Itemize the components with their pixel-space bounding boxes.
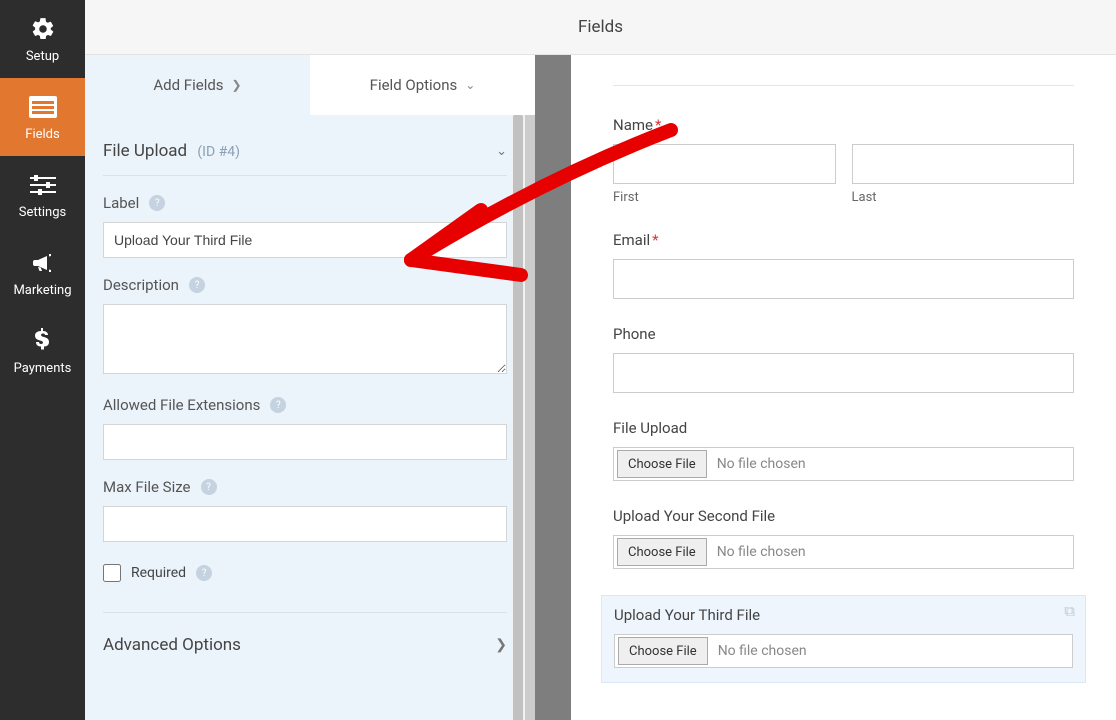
required-asterisk: *	[652, 231, 658, 249]
label-text: Max File Size	[103, 478, 191, 496]
page-title: Fields	[578, 17, 623, 37]
preview-file-upload-group[interactable]: File Upload Choose File No file chosen	[613, 419, 1074, 481]
tab-row: Add Fields ❯ Field Options ⌄	[85, 55, 535, 115]
tab-add-fields[interactable]: Add Fields ❯	[85, 55, 310, 115]
sidebar-item-label: Settings	[19, 205, 66, 220]
tab-field-options[interactable]: Field Options ⌄	[310, 55, 535, 115]
main: Fields Add Fields ❯ Field Options ⌄	[85, 0, 1116, 720]
allowed-ext-group: Allowed File Extensions ?	[103, 396, 507, 460]
preview-label: Upload Your Second File	[613, 507, 1074, 525]
form-preview: Name* First Last Email*	[571, 55, 1116, 720]
section-header[interactable]: File Upload (ID #4) ⌄	[103, 115, 507, 176]
sidebar-item-label: Fields	[25, 127, 59, 142]
label-text: Description	[103, 276, 179, 294]
required-label: Required	[131, 565, 186, 581]
preview-label: File Upload	[613, 419, 1074, 437]
columns: Add Fields ❯ Field Options ⌄ File Upload…	[85, 55, 1116, 720]
description-group: Description ?	[103, 276, 507, 378]
scrollbar-thumb[interactable]	[513, 115, 523, 720]
label-text: Label	[103, 194, 139, 212]
label-group: Label ?	[103, 194, 507, 258]
preview-upload-third-group[interactable]: ⧉ Upload Your Third File Choose File No …	[601, 595, 1086, 683]
preview-phone-group[interactable]: Phone	[613, 325, 1074, 393]
fields-icon	[29, 93, 57, 121]
divider-strip	[535, 55, 571, 720]
sliders-icon	[30, 171, 56, 199]
sidebar-item-payments[interactable]: Payments	[0, 312, 85, 390]
divider	[613, 85, 1074, 86]
sidebar-item-settings[interactable]: Settings	[0, 156, 85, 234]
help-icon[interactable]: ?	[201, 479, 217, 495]
description-input[interactable]	[103, 304, 507, 374]
choose-file-button[interactable]: Choose File	[617, 450, 707, 478]
phone-input[interactable]	[613, 353, 1074, 393]
max-size-input[interactable]	[103, 506, 507, 542]
载file-status: No file chosen	[718, 643, 807, 659]
preview-name-group[interactable]: Name* First Last	[613, 116, 1074, 205]
preview-upload-second-group[interactable]: Upload Your Second File Choose File No f…	[613, 507, 1074, 569]
sidebar: Setup Fields Settings Marketing Payments	[0, 0, 85, 720]
help-icon[interactable]: ?	[189, 277, 205, 293]
tab-label: Field Options	[370, 76, 458, 94]
email-input[interactable]	[613, 259, 1074, 299]
help-icon[interactable]: ?	[270, 397, 286, 413]
sidebar-item-label: Marketing	[13, 283, 71, 298]
file-status: No file chosen	[717, 456, 806, 472]
preview-label: Phone	[613, 325, 1074, 343]
label-text: Allowed File Extensions	[103, 396, 260, 414]
last-name-input[interactable]	[852, 144, 1075, 184]
bullhorn-icon	[30, 249, 56, 277]
label-text: Email	[613, 231, 650, 249]
choose-file-button[interactable]: Choose File	[617, 538, 707, 566]
required-asterisk: *	[655, 116, 661, 134]
chevron-down-icon: ⌄	[496, 144, 507, 159]
choose-file-button[interactable]: Choose File	[618, 637, 708, 665]
max-size-group: Max File Size ?	[103, 478, 507, 542]
sub-label: Last	[852, 190, 1075, 205]
label-text: Name	[613, 116, 653, 134]
file-input-row[interactable]: Choose File No file chosen	[614, 634, 1073, 668]
chevron-right-icon: ❯	[495, 637, 507, 653]
first-name-input[interactable]	[613, 144, 836, 184]
required-checkbox[interactable]	[103, 564, 121, 582]
sidebar-item-label: Payments	[14, 361, 72, 376]
section-id: (ID #4)	[197, 144, 240, 160]
tab-label: Add Fields	[153, 76, 223, 94]
advanced-label: Advanced Options	[103, 635, 241, 655]
help-icon[interactable]: ?	[196, 565, 212, 581]
label-input[interactable]	[103, 222, 507, 258]
duplicate-icon[interactable]: ⧉	[1064, 602, 1075, 620]
allowed-ext-input[interactable]	[103, 424, 507, 460]
preview-email-group[interactable]: Email*	[613, 231, 1074, 299]
left-scroll-area: File Upload (ID #4) ⌄ Label ? Descriptio…	[85, 115, 535, 720]
gear-icon	[30, 15, 56, 43]
section-title: File Upload	[103, 141, 187, 161]
sidebar-item-setup[interactable]: Setup	[0, 0, 85, 78]
chevron-right-icon: ❯	[232, 78, 242, 92]
file-status: No file chosen	[717, 544, 806, 560]
required-row: Required ?	[103, 564, 507, 582]
sub-label: First	[613, 190, 836, 205]
field-options-panel: Add Fields ❯ Field Options ⌄ File Upload…	[85, 55, 535, 720]
preview-label: Email*	[613, 231, 1074, 249]
file-input-row[interactable]: Choose File No file chosen	[613, 535, 1074, 569]
sidebar-item-fields[interactable]: Fields	[0, 78, 85, 156]
file-input-row[interactable]: Choose File No file chosen	[613, 447, 1074, 481]
scrollbar-track[interactable]	[511, 115, 525, 720]
advanced-options-toggle[interactable]: Advanced Options ❯	[103, 612, 507, 679]
preview-label: Name*	[613, 116, 1074, 134]
sidebar-item-marketing[interactable]: Marketing	[0, 234, 85, 312]
chevron-down-icon: ⌄	[465, 78, 475, 92]
help-icon[interactable]: ?	[149, 195, 165, 211]
dollar-icon	[35, 327, 51, 355]
topbar: Fields	[85, 0, 1116, 55]
sidebar-item-label: Setup	[26, 49, 59, 64]
preview-label: Upload Your Third File	[614, 606, 1073, 624]
